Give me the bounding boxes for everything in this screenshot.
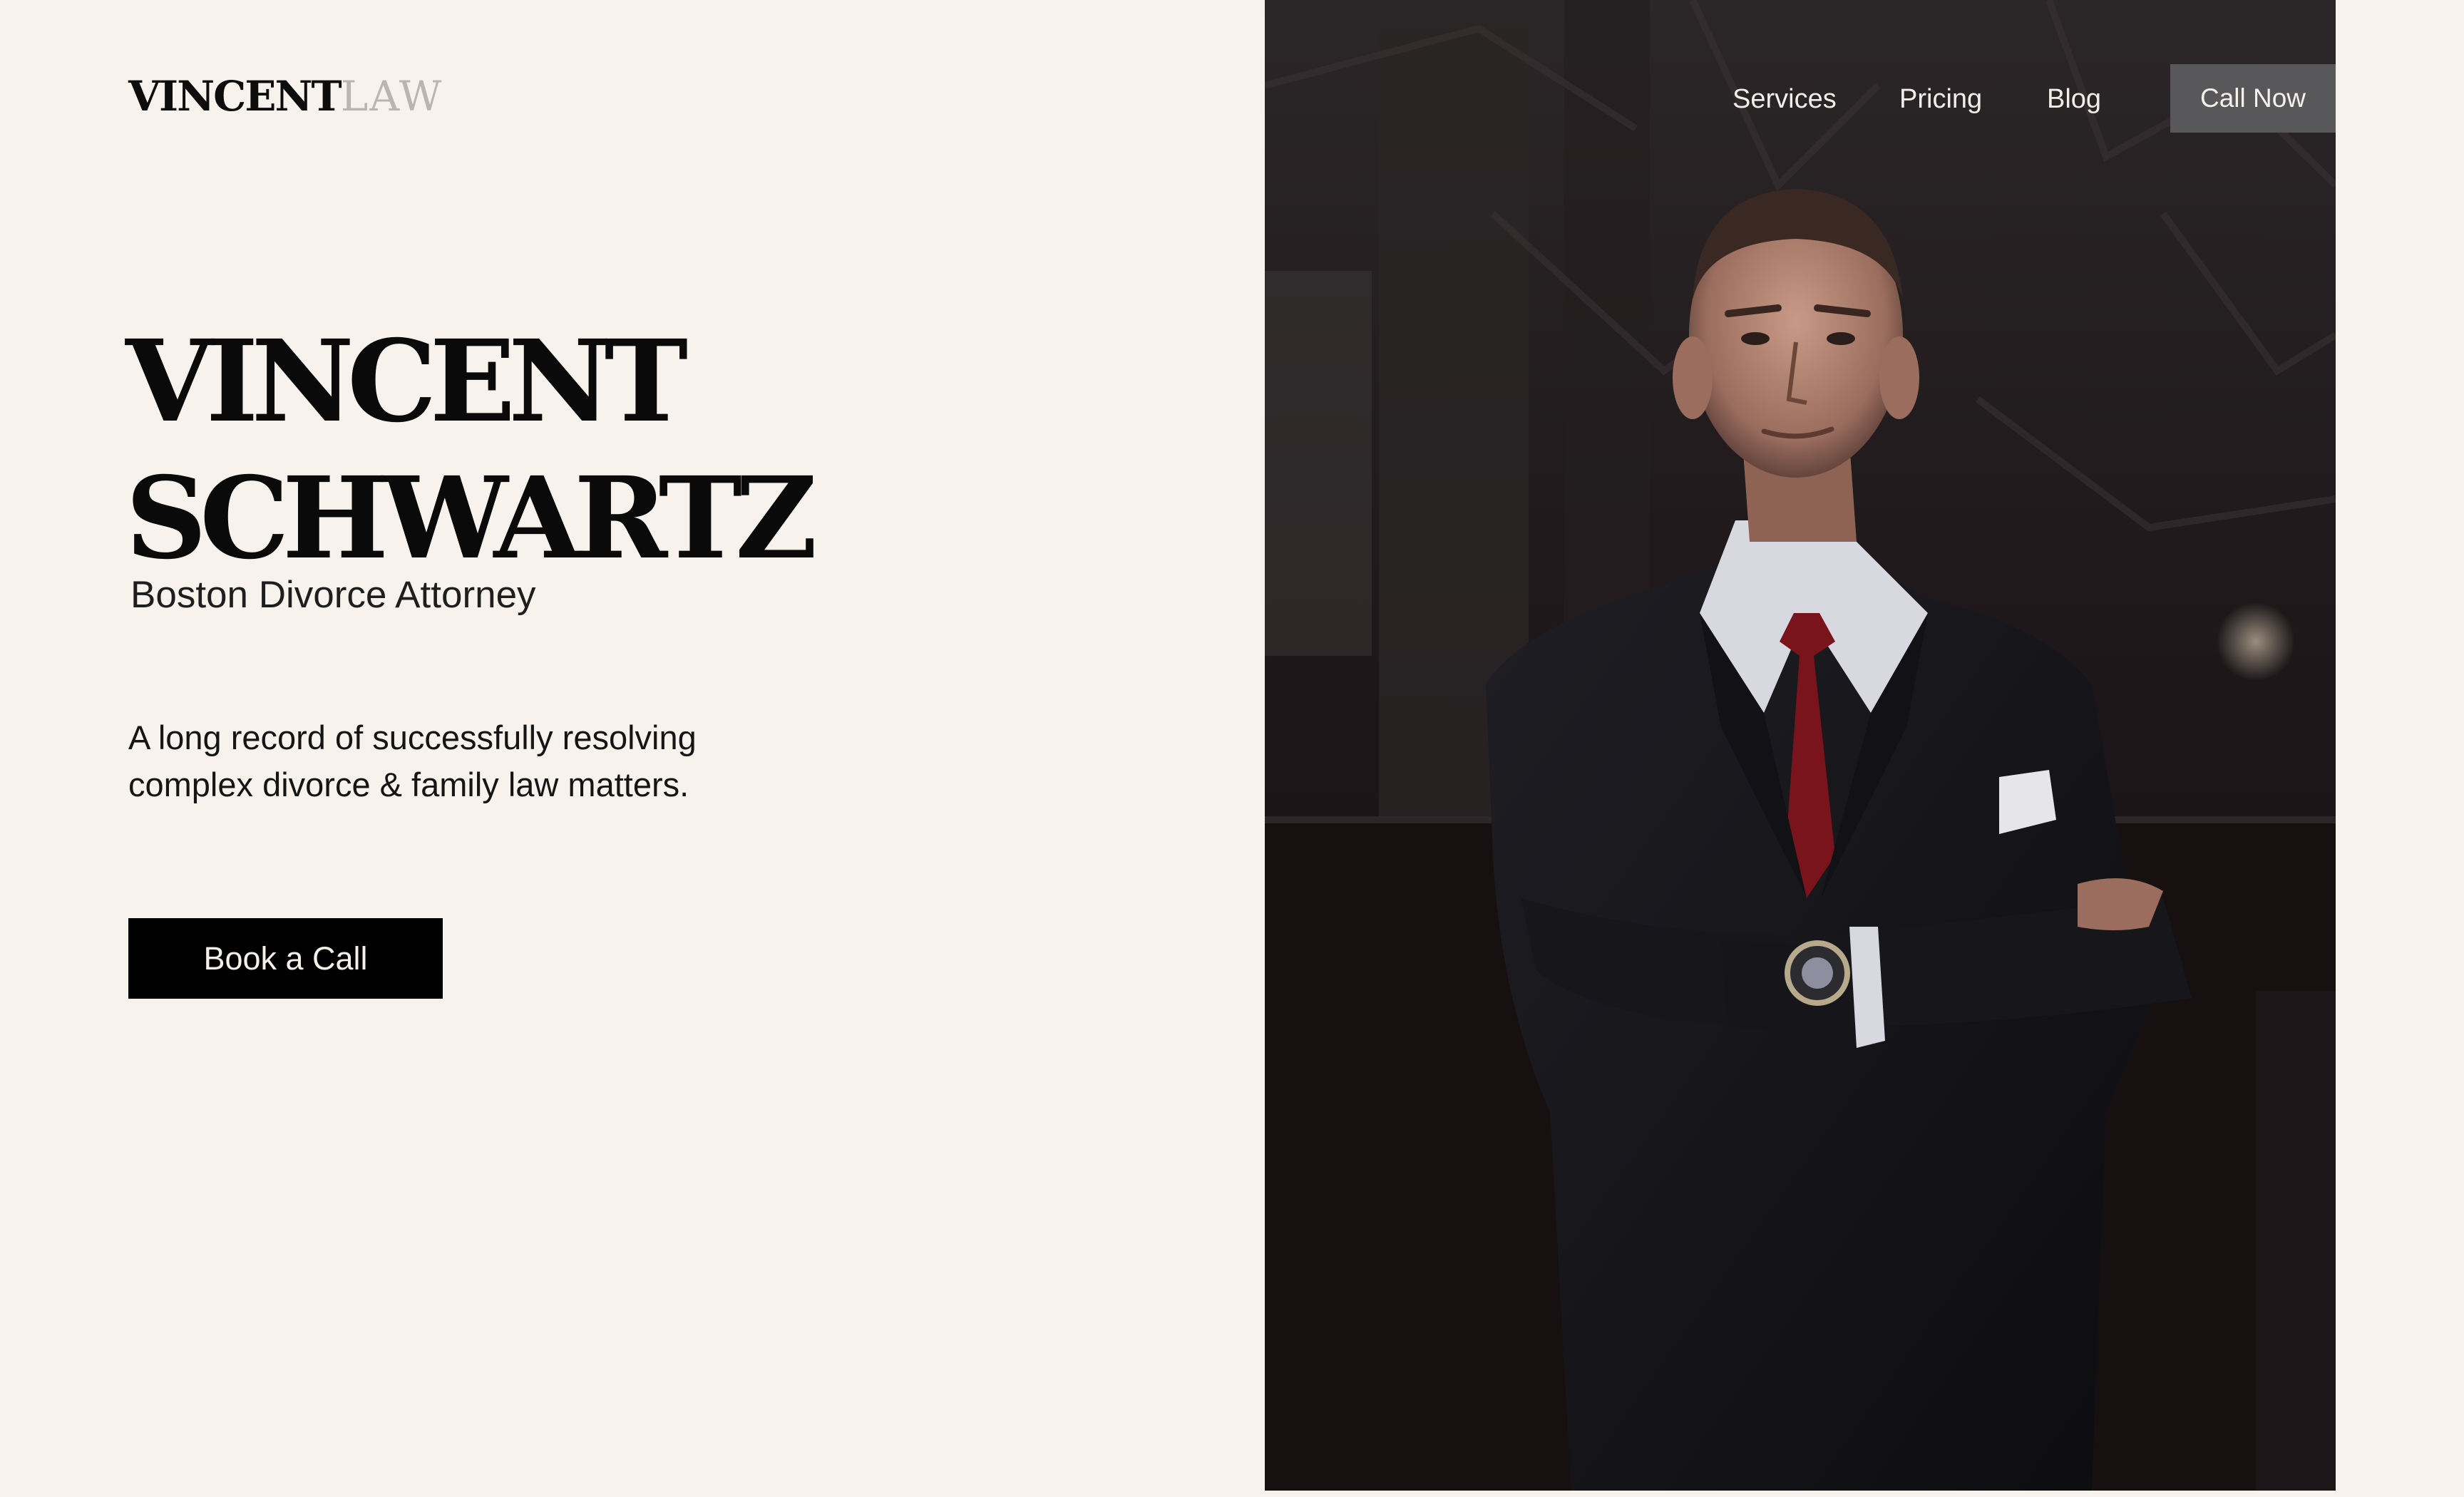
logo-text-main: VINCENT — [128, 72, 342, 120]
book-call-button[interactable]: Book a Call — [128, 918, 443, 999]
call-now-button[interactable]: Call Now — [2170, 64, 2336, 133]
hero-title-line-1: VINCENT — [125, 316, 688, 448]
attorney-photo — [1265, 0, 2336, 1491]
attorney-portrait-illustration — [1265, 0, 2336, 1491]
logo-text-sub: LAW — [340, 72, 443, 120]
hero-description: A long record of successfully resolving … — [128, 719, 697, 803]
hero-title-line-2: SCHWARTZ — [125, 453, 818, 585]
hero-subtitle: Boston Divorce Attorney — [130, 574, 536, 616]
nav-link-services[interactable]: Services — [1732, 84, 1837, 115]
brand-logo[interactable]: VINCENTLAW — [128, 76, 443, 117]
nav-link-blog[interactable]: Blog — [2047, 84, 2101, 115]
nav-link-pricing[interactable]: Pricing — [1899, 84, 1982, 115]
hero-title: VINCENT SCHWARTZ — [125, 314, 818, 587]
